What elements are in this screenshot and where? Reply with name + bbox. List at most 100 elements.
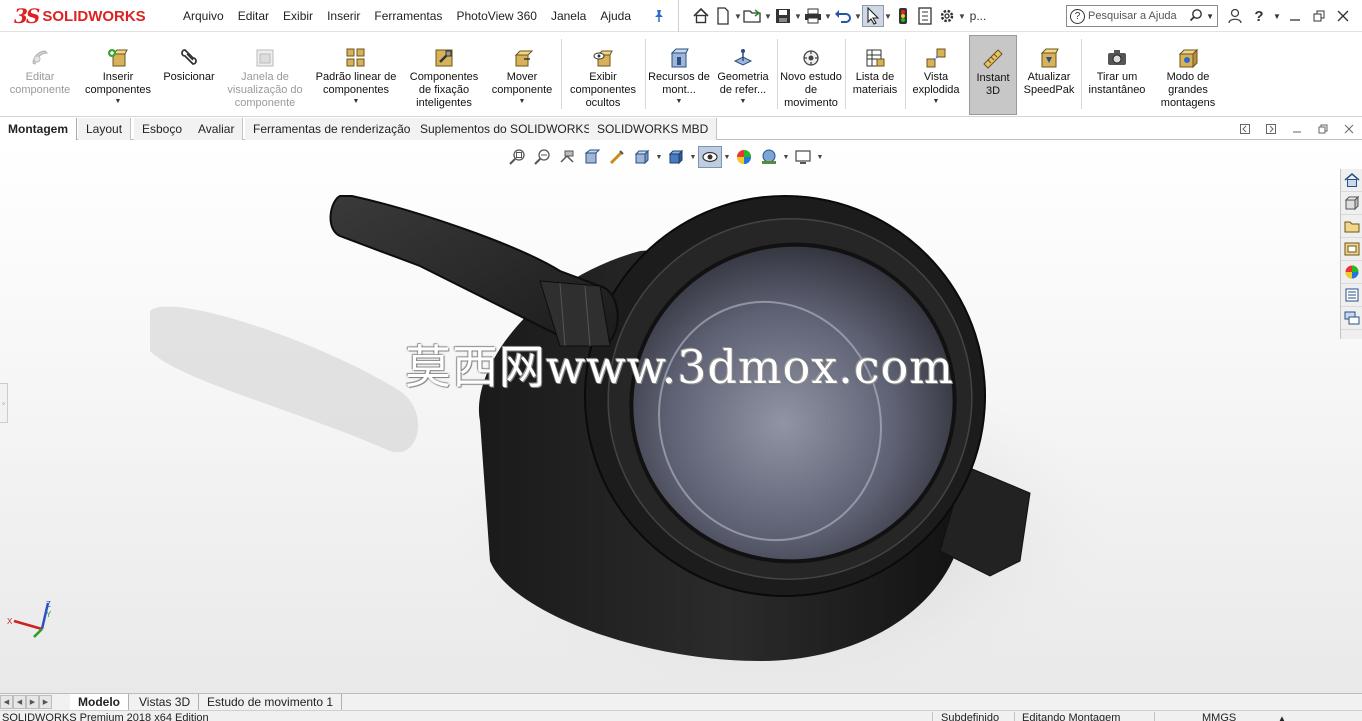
- doc-close-icon[interactable]: [1340, 121, 1358, 137]
- chevron-down-icon[interactable]: ▼: [854, 5, 862, 27]
- user-account-icon[interactable]: [1224, 5, 1246, 27]
- chevron-down-icon[interactable]: ▼: [740, 98, 747, 106]
- restore-icon[interactable]: [1308, 5, 1330, 27]
- edit-component-button[interactable]: Editar componente: [4, 35, 76, 115]
- move-component-button[interactable]: Mover componente ▼: [486, 35, 558, 115]
- apply-scene-icon[interactable]: [757, 146, 781, 168]
- linear-pattern-button[interactable]: Padrão linear de componentes ▼: [310, 35, 402, 115]
- custom-properties-icon[interactable]: [1341, 284, 1362, 307]
- tab-layout[interactable]: Layout: [78, 118, 132, 140]
- section-view-icon[interactable]: [580, 146, 604, 168]
- solidworks-resources-icon[interactable]: [1341, 169, 1362, 192]
- chevron-down-icon[interactable]: ▼: [115, 98, 122, 106]
- chevron-down-icon[interactable]: ▼: [655, 146, 663, 168]
- edit-appearance-icon[interactable]: [732, 146, 756, 168]
- solidworks-logo[interactable]: 3S SOLIDWORKS: [14, 4, 146, 28]
- instant3d-button[interactable]: Instant 3D: [969, 35, 1017, 115]
- tab-suplementos[interactable]: Suplementos do SOLIDWORKS: [412, 118, 601, 140]
- view-settings-icon[interactable]: [791, 146, 815, 168]
- view-palette-icon[interactable]: [1341, 238, 1362, 261]
- file-properties-icon[interactable]: [914, 5, 936, 27]
- update-speedpak-button[interactable]: Atualizar SpeedPak: [1020, 35, 1078, 115]
- next-tab-icon[interactable]: ▶: [26, 695, 39, 709]
- menu-inserir[interactable]: Inserir: [320, 9, 367, 23]
- chevron-down-icon[interactable]: ▼: [689, 146, 697, 168]
- reference-geometry-button[interactable]: Geometria de refer... ▼: [712, 35, 774, 115]
- chevron-down-icon[interactable]: ▼: [723, 146, 731, 168]
- large-assembly-mode-button[interactable]: Modo de grandes montagens: [1154, 35, 1222, 115]
- chevron-down-icon[interactable]: ▼: [1206, 12, 1214, 21]
- open-folder-icon[interactable]: [742, 5, 764, 27]
- mate-button[interactable]: Posicionar: [158, 35, 220, 115]
- tab-solidworks-mbd[interactable]: SOLIDWORKS MBD: [589, 118, 718, 140]
- tab-esboco[interactable]: Esboço: [134, 118, 192, 140]
- close-icon[interactable]: [1332, 5, 1354, 27]
- chevron-down-icon[interactable]: ▼: [353, 98, 360, 106]
- zoom-to-area-icon[interactable]: [530, 146, 554, 168]
- smart-fasteners-button[interactable]: Componentes de fixação inteligentes: [404, 35, 484, 115]
- chevron-down-icon[interactable]: ▼: [734, 5, 742, 27]
- tab-estudo-movimento[interactable]: Estudo de movimento 1: [199, 694, 343, 710]
- assembly-features-button[interactable]: Recursos de mont... ▼: [648, 35, 710, 115]
- gear-icon[interactable]: [936, 5, 958, 27]
- chevron-up-icon[interactable]: ▲: [1278, 711, 1286, 721]
- menu-janela[interactable]: Janela: [544, 9, 593, 23]
- new-motion-study-button[interactable]: Novo estudo de movimento: [780, 35, 842, 115]
- hide-show-items-icon[interactable]: [698, 146, 722, 168]
- bill-of-materials-button[interactable]: Lista de materiais: [848, 35, 902, 115]
- menu-editar[interactable]: Editar: [231, 9, 276, 23]
- help-menu-icon[interactable]: ?: [1248, 5, 1270, 27]
- user-short[interactable]: p...: [966, 5, 990, 27]
- take-snapshot-button[interactable]: Tirar um instantâneo: [1084, 35, 1150, 115]
- chevron-down-icon[interactable]: ▼: [816, 146, 824, 168]
- save-icon[interactable]: [772, 5, 794, 27]
- minimize-icon[interactable]: [1284, 5, 1306, 27]
- chevron-down-icon[interactable]: ▼: [824, 5, 832, 27]
- appearances-scenes-icon[interactable]: [1341, 261, 1362, 284]
- tab-modelo[interactable]: Modelo: [70, 694, 129, 710]
- file-explorer-icon[interactable]: [1341, 215, 1362, 238]
- dynamic-annotation-icon[interactable]: [605, 146, 629, 168]
- search-input[interactable]: Pesquisar a Ajuda: [1088, 10, 1186, 22]
- help-search-box[interactable]: ? Pesquisar a Ajuda ▼: [1066, 5, 1218, 27]
- feature-manager-toggle[interactable]: ◦: [0, 383, 8, 423]
- tab-vistas-3d[interactable]: Vistas 3D: [131, 694, 200, 710]
- collapse-left-icon[interactable]: [1236, 121, 1254, 137]
- doc-restore-icon[interactable]: [1314, 121, 1332, 137]
- chevron-down-icon[interactable]: ▼: [764, 5, 772, 27]
- insert-components-button[interactable]: Inserir componentes ▼: [80, 35, 156, 115]
- chevron-down-icon[interactable]: ▼: [519, 98, 526, 106]
- design-library-icon[interactable]: [1341, 192, 1362, 215]
- last-tab-icon[interactable]: ▶: [39, 695, 52, 709]
- chevron-down-icon[interactable]: ▼: [958, 5, 966, 27]
- view-orientation-icon[interactable]: [630, 146, 654, 168]
- menu-exibir[interactable]: Exibir: [276, 9, 320, 23]
- graphics-area[interactable]: ▼ ▼ ▼ ▼ ▼ ◦ 莫西网www.3dmox.com Z X Y: [0, 141, 1362, 693]
- select-cursor-icon[interactable]: [862, 5, 884, 27]
- collapse-right-icon[interactable]: [1262, 121, 1280, 137]
- new-document-icon[interactable]: [712, 5, 734, 27]
- chevron-down-icon[interactable]: ▼: [782, 146, 790, 168]
- doc-minimize-icon[interactable]: [1288, 121, 1306, 137]
- tab-ferramentas-renderizacao[interactable]: Ferramentas de renderização: [245, 118, 420, 140]
- chevron-down-icon[interactable]: ▼: [933, 98, 940, 106]
- rebuild-traffic-light-icon[interactable]: [892, 5, 914, 27]
- first-tab-icon[interactable]: ◀: [0, 695, 13, 709]
- status-units[interactable]: MMGS: [1202, 711, 1236, 721]
- menu-ajuda[interactable]: Ajuda: [593, 9, 638, 23]
- prev-tab-icon[interactable]: ◀: [13, 695, 26, 709]
- tab-montagem[interactable]: Montagem: [0, 118, 77, 140]
- chevron-down-icon[interactable]: ▼: [884, 5, 892, 27]
- home-icon[interactable]: [690, 5, 712, 27]
- menu-ferramentas[interactable]: Ferramentas: [367, 9, 449, 23]
- pin-menu-icon[interactable]: [652, 9, 666, 23]
- undo-icon[interactable]: [832, 5, 854, 27]
- zoom-to-fit-icon[interactable]: [505, 146, 529, 168]
- tab-avaliar[interactable]: Avaliar: [190, 118, 244, 140]
- print-icon[interactable]: [802, 5, 824, 27]
- search-icon[interactable]: [1189, 8, 1203, 25]
- exploded-view-button[interactable]: Vista explodida ▼: [908, 35, 964, 115]
- display-style-icon[interactable]: [664, 146, 688, 168]
- forum-icon[interactable]: [1341, 307, 1362, 330]
- menu-arquivo[interactable]: Arquivo: [176, 9, 231, 23]
